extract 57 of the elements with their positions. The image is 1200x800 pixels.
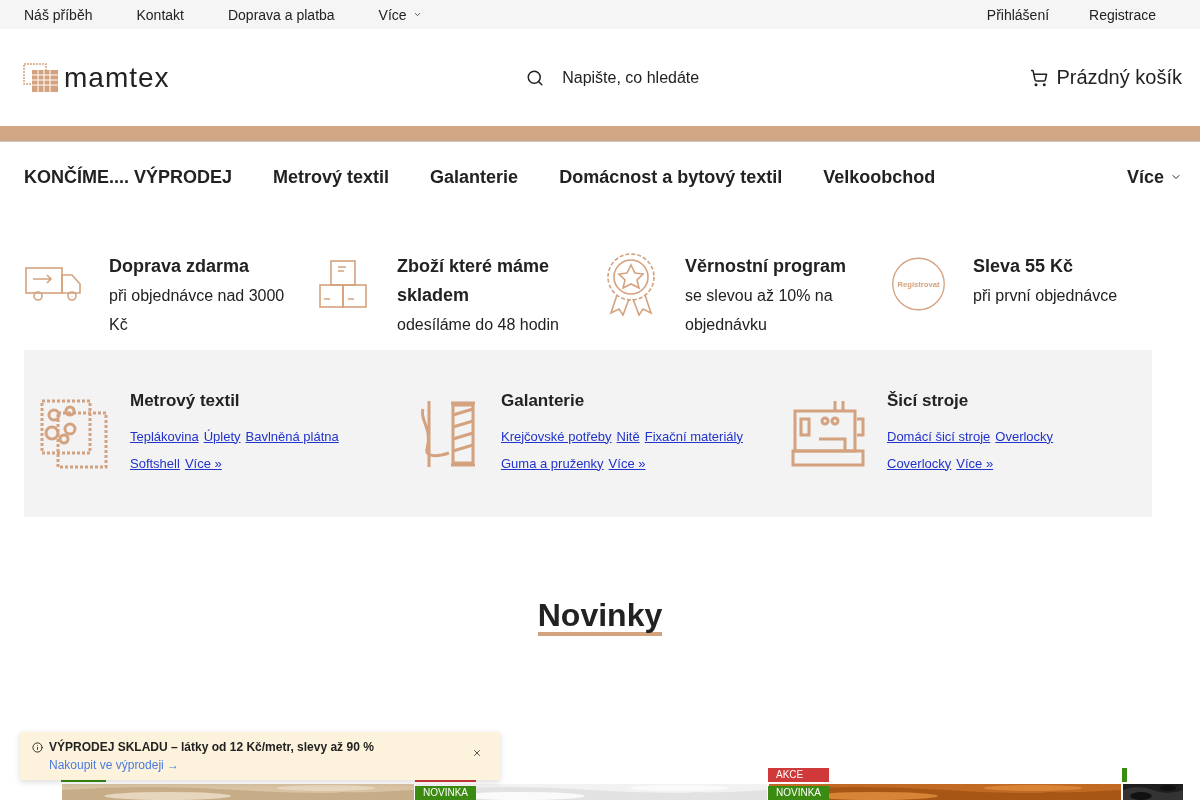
boxes-icon (317, 259, 368, 309)
benefit-title: Sleva 55 Kč (973, 255, 1075, 278)
search-icon (526, 68, 545, 87)
category-link[interactable]: Nitě (616, 422, 640, 450)
menu-item[interactable]: Metrový textil (273, 166, 390, 188)
benefit-title: Doprava zdarma (109, 255, 251, 278)
cart-icon (1030, 68, 1049, 87)
section-title: Novinky (537, 598, 663, 636)
sale-badge: AKCE (768, 768, 829, 782)
award-ribbon-icon (604, 251, 657, 317)
category-link[interactable]: Fixační materiály (644, 422, 743, 450)
category-title: Metrový textil (130, 390, 241, 411)
benefit-text: odesíláme do 48 hodin (397, 315, 560, 335)
fabric-swatch-icon (40, 398, 108, 469)
category-link[interactable]: Overlocky (995, 422, 1054, 450)
top-link[interactable]: Doprava a platba (227, 6, 335, 23)
cart-link[interactable]: Prázdný košík (1030, 66, 1182, 89)
chevron-down-icon (412, 10, 422, 19)
top-link[interactable]: Kontakt (136, 6, 184, 23)
menu-item[interactable]: Velkoobchod (823, 166, 936, 188)
category-link[interactable]: Teplákovina (130, 422, 199, 450)
category-title: Galanterie (501, 390, 586, 411)
category-link[interactable]: Více » (956, 449, 994, 477)
menu-item[interactable]: Galanterie (430, 166, 519, 188)
benefit-title: Věrnostní program (685, 255, 848, 278)
top-link[interactable]: Více (378, 6, 422, 23)
account-link[interactable]: Přihlášení (986, 6, 1050, 23)
logo-text: mamtex (64, 61, 170, 94)
category-title: Šicí stroje (887, 390, 970, 411)
new-badge: NOVINKA (415, 786, 476, 800)
new-badge: NOVINKA (768, 786, 829, 800)
search-field[interactable]: Napište, co hledáte (526, 68, 947, 87)
menu-item[interactable]: Domácnost a bytový textil (559, 166, 783, 188)
benefit-text: se slevou až 10% na objednávku (685, 286, 834, 335)
logo-icon (22, 61, 60, 94)
notice-text: VÝPRODEJ SKLADU – látky od 12 Kč/metr, slevy až 90 % Nakoupit ve výprodeji → (49, 738, 375, 774)
info-icon (32, 742, 43, 753)
category-link[interactable]: Krejčovské potřeby (501, 422, 612, 450)
sewing-machine-icon (791, 398, 865, 469)
category-link[interactable]: Více » (184, 449, 222, 477)
benefit-text: při objednávce nad 3000 Kč (109, 286, 286, 335)
account-link[interactable]: Registrace (1089, 6, 1156, 23)
category-link[interactable]: Domácí šicí stroje (887, 422, 991, 450)
more-menu[interactable]: Více (1126, 166, 1182, 188)
category-link[interactable]: Coverlocky (887, 449, 952, 477)
menu-item[interactable]: KONČÍME.... VÝPRODEJ (24, 166, 233, 188)
category-link[interactable]: Softshell (130, 449, 180, 477)
benefit-title: Zboží které máme skladem (397, 255, 551, 307)
category-link[interactable]: Bavlněná plátna (245, 422, 339, 450)
top-link[interactable]: Náš příběh (24, 6, 93, 23)
notice-link[interactable]: Nakoupit ve výprodeji → (49, 758, 180, 772)
category-link[interactable]: Guma a pruženky (501, 449, 604, 477)
new-badge (1122, 768, 1127, 782)
category-link[interactable]: Více » (608, 449, 646, 477)
close-button[interactable] (472, 748, 482, 758)
benefit-text: při první objednávce (973, 286, 1118, 306)
category-link[interactable]: Úplety (203, 422, 241, 450)
